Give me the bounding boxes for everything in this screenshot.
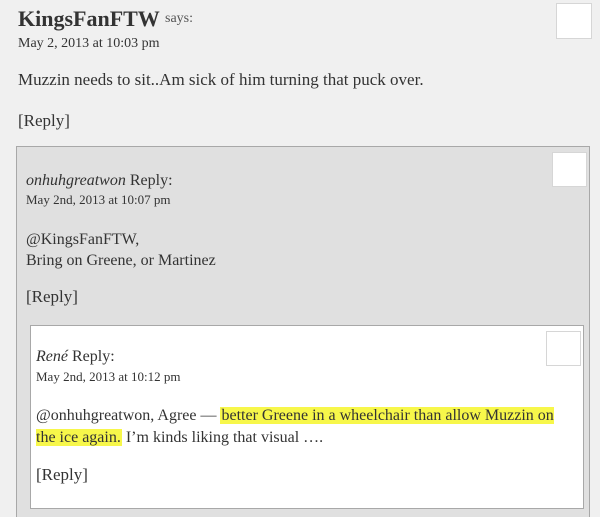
reply-link[interactable]: [Reply] (18, 111, 70, 131)
reply-word: Reply: (71, 348, 115, 365)
reply-body-text: I’m kinds liking that visual …. (121, 429, 324, 446)
reply-date[interactable]: May 2nd, 2013 at 10:07 pm (26, 192, 170, 208)
reply-body-line: Bring on Greene, or Martinez (26, 252, 216, 269)
reply-link[interactable]: [Reply] (26, 287, 78, 307)
reply-author[interactable]: onhuhgreatwon (26, 172, 126, 189)
reply-author-line: onhuhgreatwon Reply: (26, 172, 173, 190)
reply-word: Reply: (129, 172, 173, 189)
comment-author[interactable]: KingsFanFTW (18, 6, 160, 32)
reply-author-line: René Reply: (36, 348, 115, 366)
reply-body: @KingsFanFTW, Bring on Greene, or Martin… (26, 229, 216, 271)
reply-date[interactable]: May 2nd, 2013 at 10:12 pm (36, 369, 180, 385)
reply-body-line: @KingsFanFTW, (26, 231, 140, 248)
avatar (546, 331, 581, 366)
says-label: says: (165, 11, 193, 26)
comments-thread: KingsFanFTW says: May 2, 2013 at 10:03 p… (0, 0, 600, 517)
reply-body-text: @onhuhgreatwon, Agree — (36, 407, 221, 424)
reply-body: @onhuhgreatwon, Agree — better Greene in… (36, 405, 556, 449)
comment-body: Muzzin needs to sit..Am sick of him turn… (18, 70, 424, 89)
reply-author[interactable]: René (36, 348, 68, 365)
avatar (552, 152, 587, 187)
avatar (556, 3, 592, 39)
reply-link[interactable]: [Reply] (36, 465, 88, 485)
comment-date[interactable]: May 2, 2013 at 10:03 pm (18, 36, 160, 52)
